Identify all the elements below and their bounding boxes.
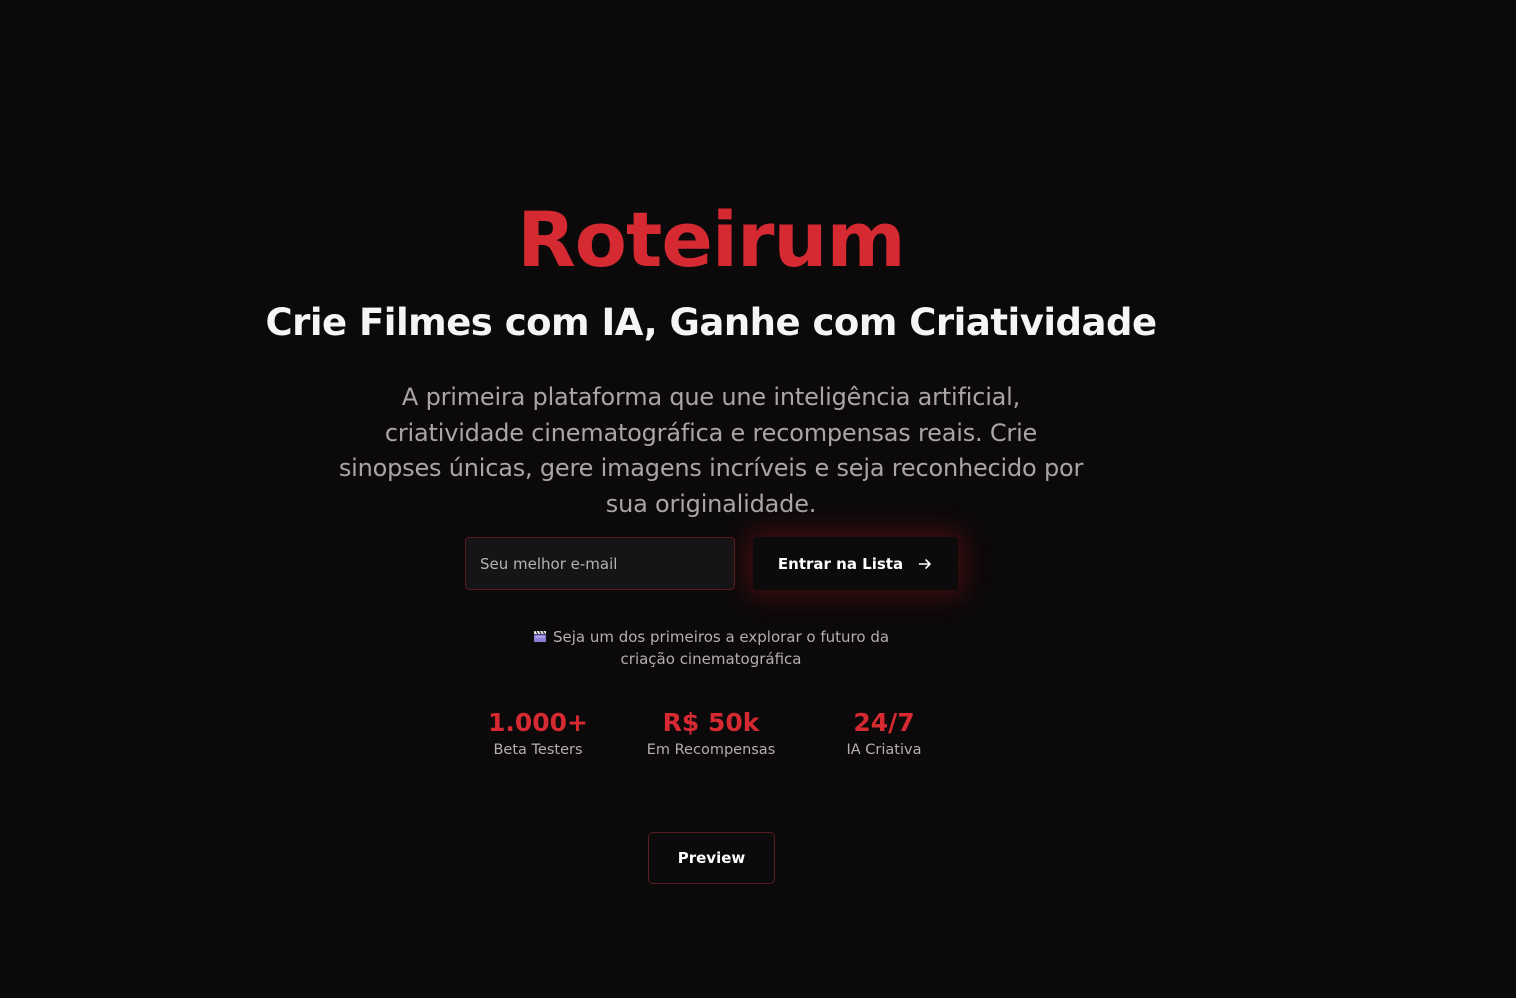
join-waitlist-label: Entrar na Lista [777, 554, 904, 573]
stats-row: 1.000+ Beta Testers R$ 50k Em Recompensa… [0, 706, 1516, 766]
stat-value: 24/7 [853, 708, 915, 737]
arrow-right-icon [918, 558, 931, 569]
waitlist-note: Seja um dos primeiros a explorar o futur… [505, 626, 917, 670]
stat-label: Em Recompensas [646, 742, 776, 758]
stat-value: 1.000+ [487, 708, 589, 737]
brand-title: Roteirum [517, 195, 905, 284]
tagline: Crie Filmes com IA, Ganhe com Criativida… [265, 301, 1157, 344]
stat-rewards: R$ 50k Em Recompensas [621, 706, 801, 760]
description: A primeira plataforma que une inteligênc… [338, 383, 1084, 518]
stat-ai: 24/7 IA Criativa [794, 706, 974, 760]
landing-page: Roteirum Crie Filmes com IA, Ganhe com C… [0, 0, 1516, 998]
stat-beta-testers: 1.000+ Beta Testers [448, 706, 628, 760]
email-input[interactable] [465, 537, 735, 590]
waitlist-form: Entrar na Lista [465, 537, 958, 590]
join-waitlist-button[interactable]: Entrar na Lista [753, 537, 958, 590]
stat-label: Beta Testers [493, 742, 583, 758]
waitlist-note-text: Seja um dos primeiros a explorar o futur… [552, 628, 890, 668]
stat-label: IA Criativa [846, 742, 922, 758]
stat-value: R$ 50k [662, 708, 760, 737]
preview-button[interactable]: Preview [648, 832, 775, 884]
clapperboard-icon [533, 630, 546, 642]
